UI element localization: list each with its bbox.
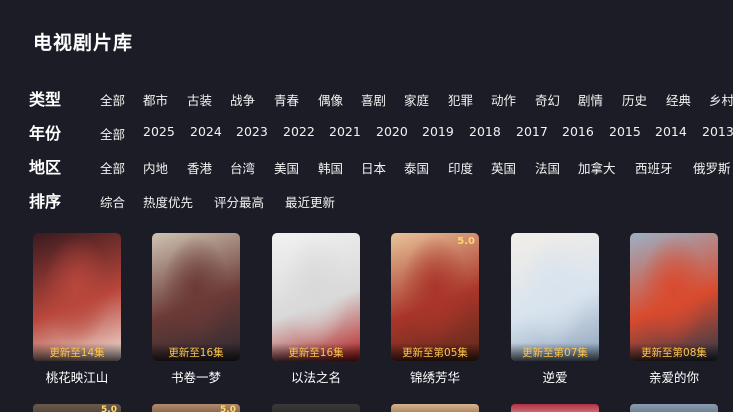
filter-option-region[interactable]: 美国 (274, 158, 299, 177)
filter-option-region[interactable]: 台湾 (230, 158, 255, 177)
filter-option-year[interactable]: 2020 (376, 124, 408, 139)
filter-option-region[interactable]: 西班牙 (635, 158, 673, 177)
filter-option-genre[interactable]: 古装 (187, 90, 212, 109)
drama-card[interactable]: 更新至第08集 亲爱的你 (630, 233, 718, 386)
poster-image[interactable]: 5.0 更新至第05集 (391, 233, 479, 361)
filter-option-year[interactable]: 2023 (236, 124, 268, 139)
filter-option-year[interactable]: 2013 (702, 124, 733, 139)
filter-option-region[interactable]: 香港 (187, 158, 212, 177)
score-badge: 5.0 (101, 405, 117, 412)
drama-card[interactable]: 更新至16集 以法之名 (272, 233, 360, 386)
drama-title: 锦绣芳华 (409, 370, 460, 385)
episode-badge: 更新至第08集 (630, 343, 718, 361)
filter-option-genre[interactable]: 喜剧 (361, 90, 386, 109)
filter-option-genre[interactable]: 战争 (230, 90, 255, 109)
episode-badge: 更新至第07集 (511, 343, 599, 361)
page-title: 电视剧片库 (33, 32, 134, 54)
poster-artwork (391, 233, 479, 361)
filter-label-region: 地区 (29, 158, 62, 177)
filter-option-year[interactable]: 2018 (469, 124, 501, 139)
drama-card[interactable]: 更新至16集 书卷一梦 (152, 233, 240, 386)
drama-card-partial[interactable] (511, 404, 599, 412)
drama-card[interactable]: 更新至14集 桃花映江山 (33, 233, 121, 386)
filter-option-sort[interactable]: 最近更新 (285, 192, 335, 211)
poster-image[interactable]: 更新至16集 (152, 233, 240, 361)
filter-option-genre[interactable]: 偶像 (318, 90, 343, 109)
filter-option-region[interactable]: 全部 (100, 158, 125, 177)
filter-option-genre[interactable]: 乡村 (709, 90, 733, 109)
filter-option-region[interactable]: 泰国 (404, 158, 429, 177)
filter-option-genre[interactable]: 历史 (622, 90, 647, 109)
poster-image[interactable]: 更新至16集 (272, 233, 360, 361)
filter-option-region[interactable]: 英国 (491, 158, 516, 177)
filter-option-year[interactable]: 2025 (143, 124, 175, 139)
episode-badge: 更新至16集 (152, 343, 240, 361)
poster-artwork (152, 233, 240, 361)
poster-artwork (33, 233, 121, 361)
poster-artwork (272, 233, 360, 361)
filter-row-region: 地区 全部 内地 香港 台湾 美国 韩国 日本 泰国 印度 英国 法国 加拿大 西班牙 俄罗斯 (29, 155, 731, 177)
filter-option-genre[interactable]: 剧情 (578, 90, 603, 109)
filter-row-year: 年份 全部 2025 2024 2023 2022 2021 2020 2019 2018 2017… (29, 121, 733, 143)
drama-card-partial[interactable]: 5.0 (33, 404, 121, 412)
drama-card-partial[interactable]: 5.0 (152, 404, 240, 412)
filter-option-sort[interactable]: 评分最高 (214, 192, 264, 211)
filter-option-region[interactable]: 内地 (143, 158, 168, 177)
filter-option-genre[interactable]: 犯罪 (448, 90, 473, 109)
filter-option-genre[interactable]: 经典 (666, 90, 691, 109)
filter-label-year: 年份 (29, 124, 62, 143)
drama-card-partial[interactable] (391, 404, 479, 412)
filter-option-region[interactable]: 法国 (535, 158, 560, 177)
filter-option-region[interactable]: 印度 (448, 158, 473, 177)
filter-option-region[interactable]: 韩国 (318, 158, 343, 177)
filter-option-genre[interactable]: 奇幻 (535, 90, 560, 109)
poster-image[interactable]: 更新至第07集 (511, 233, 599, 361)
filter-option-region[interactable]: 加拿大 (578, 158, 616, 177)
poster-artwork (630, 233, 718, 361)
filter-option-sort[interactable]: 综合 (100, 192, 125, 211)
filter-label-sort: 排序 (29, 192, 62, 211)
filter-option-sort[interactable]: 热度优先 (143, 192, 193, 211)
drama-title: 以法之名 (290, 370, 341, 385)
filter-option-year[interactable]: 2017 (516, 124, 548, 139)
drama-title: 书卷一梦 (170, 370, 221, 385)
filter-option-genre[interactable]: 青春 (274, 90, 299, 109)
filter-option-genre[interactable]: 动作 (491, 90, 516, 109)
episode-badge: 更新至14集 (33, 343, 121, 361)
drama-card[interactable]: 更新至第07集 逆爱 (511, 233, 599, 386)
drama-title: 桃花映江山 (45, 370, 109, 385)
episode-badge: 更新至第05集 (391, 343, 479, 361)
poster-image[interactable]: 更新至第08集 (630, 233, 718, 361)
filter-option-year[interactable]: 2016 (562, 124, 594, 139)
filter-option-year[interactable]: 2022 (283, 124, 315, 139)
filter-option-year[interactable]: 2019 (422, 124, 454, 139)
filter-option-year[interactable]: 全部 (100, 124, 125, 143)
drama-card-partial[interactable] (630, 404, 718, 412)
filter-row-sort: 排序 综合 热度优先 评分最高 最近更新 (29, 189, 335, 211)
drama-card-partial[interactable] (272, 404, 360, 412)
filter-option-year[interactable]: 2021 (329, 124, 361, 139)
poster-artwork (511, 233, 599, 361)
filter-option-year[interactable]: 2015 (609, 124, 641, 139)
poster-image[interactable]: 更新至14集 (33, 233, 121, 361)
drama-title: 亲爱的你 (648, 370, 699, 385)
drama-card[interactable]: 5.0 更新至第05集 锦绣芳华 (391, 233, 479, 386)
filter-row-genre: 类型 全部 都市 古装 战争 青春 偶像 喜剧 家庭 犯罪 动作 奇幻 剧情 历史 经典 乡村 (29, 87, 733, 109)
episode-badge: 更新至16集 (272, 343, 360, 361)
score-badge: 5.0 (457, 236, 475, 247)
filter-option-region[interactable]: 俄罗斯 (693, 158, 731, 177)
filter-option-year[interactable]: 2014 (655, 124, 687, 139)
filter-option-year[interactable]: 2024 (190, 124, 222, 139)
filter-option-genre[interactable]: 家庭 (404, 90, 429, 109)
drama-title: 逆爱 (542, 370, 568, 385)
filter-option-genre[interactable]: 都市 (143, 90, 168, 109)
filter-label-genre: 类型 (29, 90, 62, 109)
filter-option-genre[interactable]: 全部 (100, 90, 125, 109)
score-badge: 5.0 (220, 405, 236, 412)
filter-option-region[interactable]: 日本 (361, 158, 386, 177)
